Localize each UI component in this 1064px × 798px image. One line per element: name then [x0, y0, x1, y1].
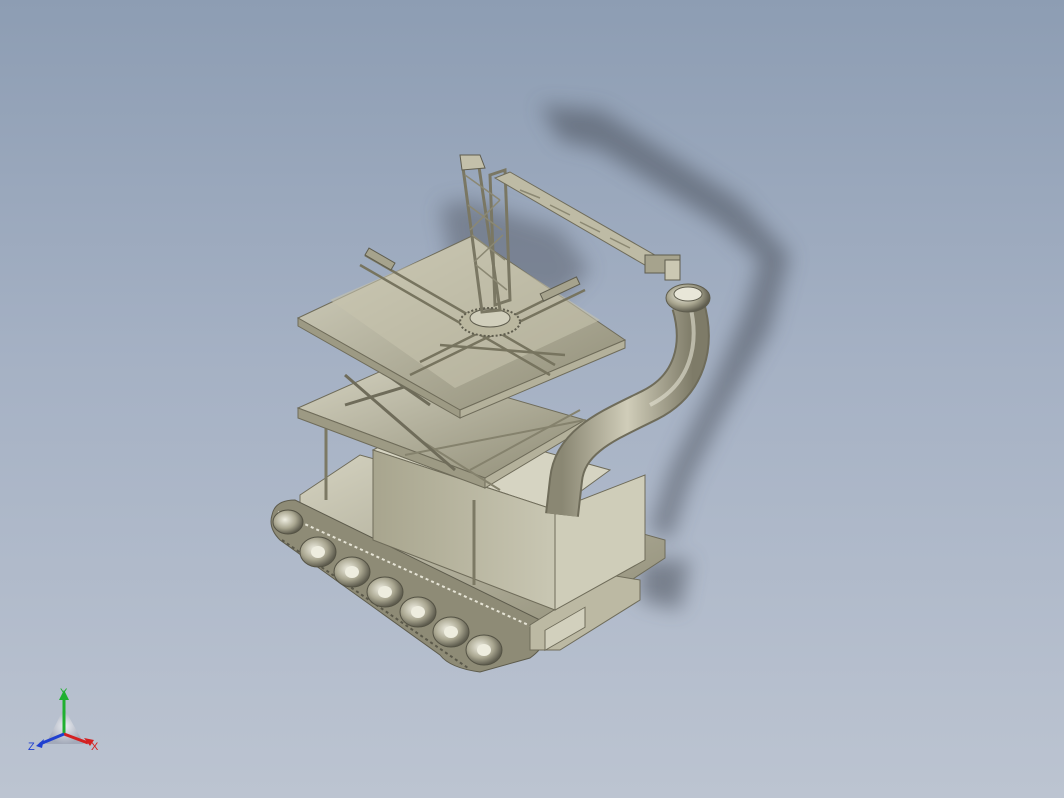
z-axis-label: Z — [28, 741, 35, 753]
cad-scene[interactable] — [0, 0, 1064, 798]
y-axis-label: Y — [60, 687, 68, 699]
3d-viewport[interactable]: Y X Z — [0, 0, 1064, 798]
z-axis-head — [36, 739, 44, 748]
x-axis-label: X — [91, 741, 99, 753]
axis-triad: Y X Z — [28, 687, 99, 753]
